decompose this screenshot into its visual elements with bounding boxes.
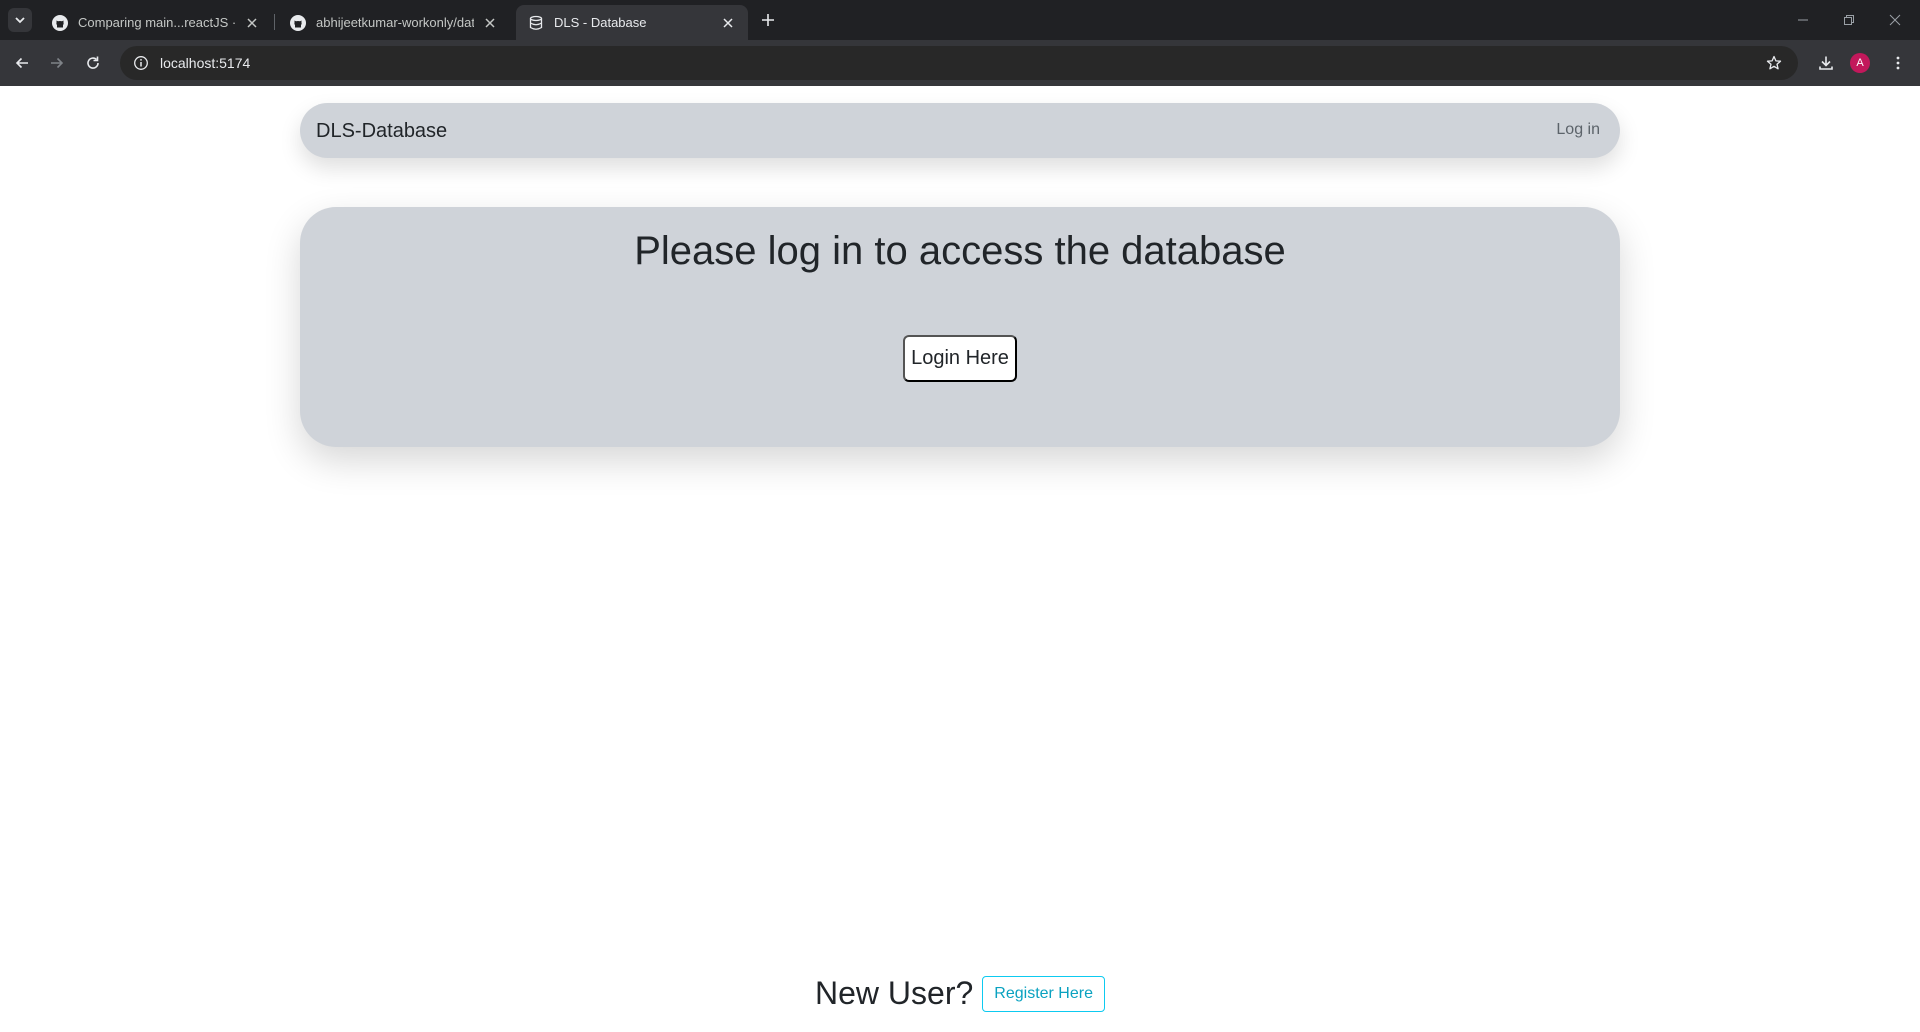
download-icon <box>1819 56 1833 70</box>
window-close-button[interactable] <box>1872 0 1918 40</box>
login-here-button[interactable]: Login Here <box>903 335 1017 382</box>
site-navbar: DLS-Database Log in <box>300 103 1620 158</box>
profile-avatar[interactable]: A <box>1850 53 1870 73</box>
close-icon[interactable] <box>720 15 736 31</box>
star-icon <box>1766 55 1782 70</box>
arrow-left-icon <box>15 57 28 69</box>
tab-title: Comparing main...reactJS · abhi <box>78 15 236 30</box>
back-button[interactable] <box>8 49 36 77</box>
login-prompt-card: Please log in to access the database Log… <box>300 207 1620 447</box>
reload-icon <box>87 56 99 69</box>
browser-toolbar: localhost:5174 A <box>0 40 1920 86</box>
navbar-login-link[interactable]: Log in <box>1556 121 1600 139</box>
tab-title: DLS - Database <box>554 15 647 30</box>
restore-icon <box>1844 15 1854 25</box>
tab-github-repo[interactable]: abhijeetkumar-workonly/datab <box>278 5 510 40</box>
register-section: New User? Register Here <box>0 975 1920 1012</box>
forward-button[interactable] <box>43 49 71 77</box>
url-text: localhost:5174 <box>160 55 251 71</box>
browser-tab-bar: Comparing main...reactJS · abhi abhijeet… <box>0 0 1920 40</box>
new-user-label: New User? <box>815 975 974 1011</box>
minimize-button[interactable] <box>1780 0 1826 40</box>
plus-icon <box>762 14 774 26</box>
tab-divider <box>274 14 275 30</box>
close-icon <box>1889 14 1901 26</box>
reload-button[interactable] <box>79 49 107 77</box>
site-info-button[interactable] <box>124 46 158 80</box>
close-icon[interactable] <box>244 15 260 31</box>
login-prompt-heading: Please log in to access the database <box>634 229 1286 273</box>
tab-search-button[interactable] <box>8 8 32 32</box>
minimize-icon <box>1798 19 1808 21</box>
more-vertical-icon <box>1896 56 1900 70</box>
browser-menu-button[interactable] <box>1884 49 1912 77</box>
address-bar[interactable]: localhost:5174 <box>120 46 1798 80</box>
downloads-button[interactable] <box>1812 49 1840 77</box>
avatar-initial: A <box>1856 57 1864 69</box>
github-icon <box>290 14 306 31</box>
page-content: DLS-Database Log in Please log in to acc… <box>0 86 1920 1032</box>
tab-title: abhijeetkumar-workonly/datab <box>316 15 474 30</box>
info-icon <box>134 56 148 70</box>
github-icon <box>52 14 68 31</box>
register-here-button[interactable]: Register Here <box>982 975 1105 1012</box>
restore-button[interactable] <box>1826 0 1872 40</box>
database-icon <box>529 15 543 30</box>
close-icon[interactable] <box>482 15 498 31</box>
arrow-right-icon <box>51 57 64 69</box>
chevron-down-icon <box>15 17 25 24</box>
tab-dls-database[interactable]: DLS - Database <box>516 5 748 40</box>
tab-comparing-main[interactable]: Comparing main...reactJS · abhi <box>40 5 272 40</box>
bookmark-button[interactable] <box>1764 53 1784 73</box>
navbar-brand[interactable]: DLS-Database <box>316 120 447 143</box>
new-tab-button[interactable] <box>756 8 780 32</box>
